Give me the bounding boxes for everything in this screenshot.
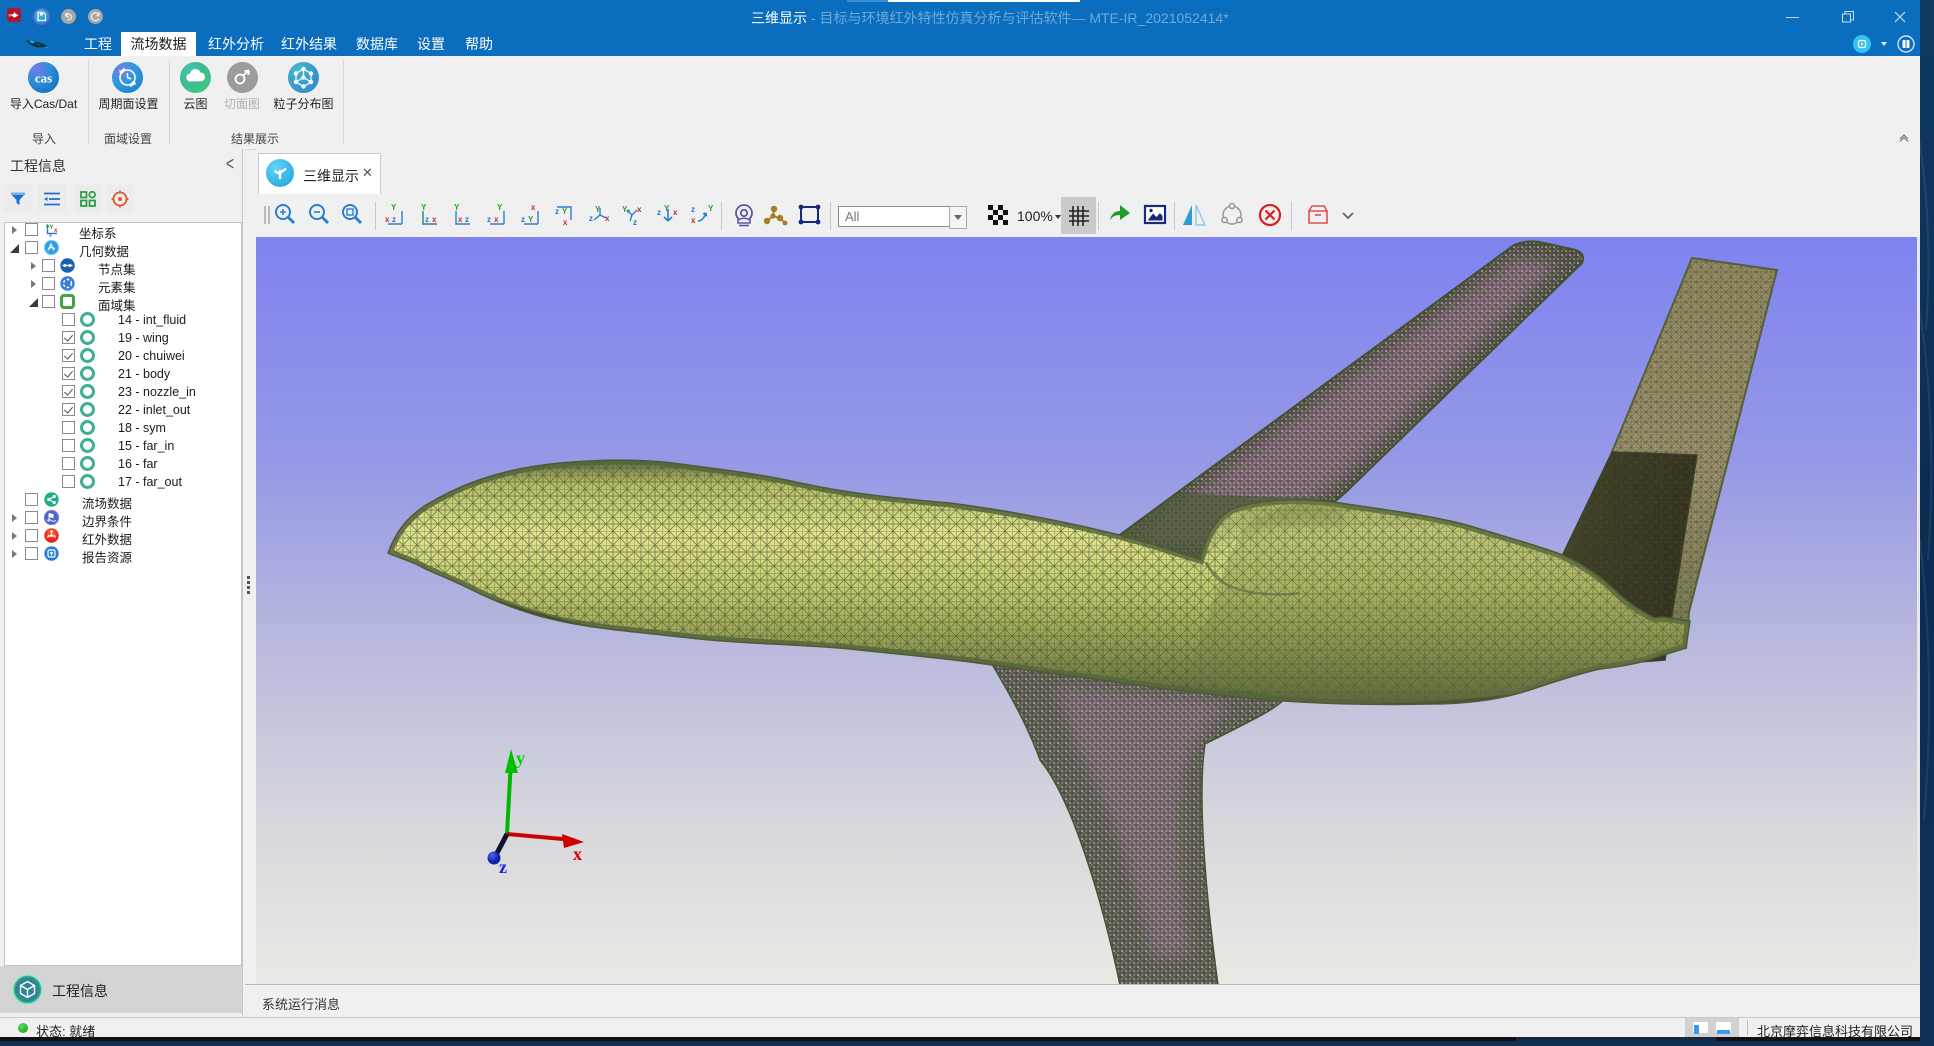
svg-text:y: y: [516, 748, 525, 768]
svg-text:z: z: [499, 857, 507, 877]
svg-text:Y: Y: [622, 205, 628, 214]
svg-text:x: x: [531, 203, 536, 212]
svg-text:z: z: [49, 233, 52, 238]
svg-text:Y: Y: [497, 203, 503, 212]
svg-text:x: x: [691, 216, 696, 225]
svg-text:z: z: [392, 215, 396, 224]
svg-text:x: x: [673, 208, 678, 217]
svg-text:Y: Y: [454, 203, 460, 212]
svg-text:z: z: [425, 215, 429, 224]
svg-text:Y: Y: [49, 225, 53, 231]
svg-text:z: z: [487, 215, 491, 224]
svg-text:x: x: [573, 844, 582, 864]
svg-text:z: z: [555, 207, 559, 216]
svg-text:x: x: [54, 228, 58, 234]
svg-text:z: z: [465, 215, 469, 224]
svg-text:z: z: [657, 208, 661, 217]
svg-text:Y: Y: [528, 215, 534, 224]
svg-text:Y: Y: [391, 203, 397, 212]
svg-text:x: x: [637, 205, 642, 214]
svg-text:x: x: [432, 215, 437, 224]
svg-text:Y: Y: [664, 204, 670, 213]
svg-text:x: x: [458, 215, 463, 224]
svg-text:z: z: [589, 214, 593, 223]
svg-text:Y: Y: [708, 204, 714, 213]
svg-text:x: x: [385, 215, 390, 224]
svg-text:Y: Y: [562, 207, 568, 216]
svg-text:cas: cas: [35, 71, 52, 86]
svg-text:z: z: [633, 218, 637, 227]
svg-text:Y: Y: [421, 203, 427, 212]
svg-text:z: z: [521, 215, 525, 224]
svg-text:x: x: [563, 218, 568, 227]
svg-text:z: z: [691, 205, 695, 214]
svg-text:x: x: [494, 215, 499, 224]
